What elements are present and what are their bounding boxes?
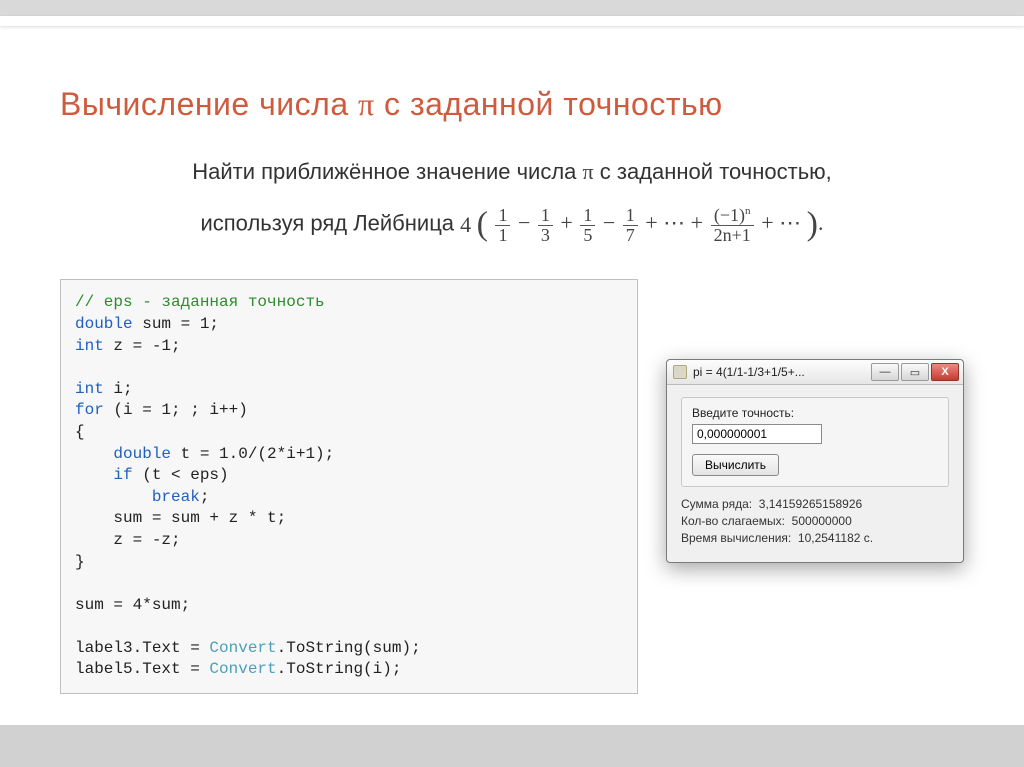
close-paren: ) xyxy=(807,206,818,243)
page-title: Вычисление числа π с заданной точностью xyxy=(60,86,964,123)
open-paren: ( xyxy=(477,206,488,243)
desc-line-2: используя ряд Лейбница 4 ( 11 − 13 + 15 … xyxy=(60,193,964,258)
window-buttons: — ▭ Х xyxy=(871,363,959,381)
result-time: Время вычисления: 10,2541182 с. xyxy=(681,531,949,545)
input-group: Введите точность: Вычислить xyxy=(681,397,949,487)
window-titlebar[interactable]: pi = 4(1/1-1/3+1/5+... — ▭ Х xyxy=(667,360,963,385)
slide-content: Вычисление числа π с заданной точностью … xyxy=(0,26,1024,724)
compute-button[interactable]: Вычислить xyxy=(692,454,779,476)
close-button[interactable]: Х xyxy=(931,363,959,381)
result-count: Кол-во слагаемых: 500000000 xyxy=(681,514,949,528)
slide-top-strip xyxy=(0,16,1024,26)
window-title: pi = 4(1/1-1/3+1/5+... xyxy=(693,365,871,379)
results-block: Сумма ряда: 3,14159265158926 Кол-во слаг… xyxy=(681,497,949,545)
description: Найти приближённое значение числа π с за… xyxy=(60,151,964,257)
maximize-button[interactable]: ▭ xyxy=(901,363,929,381)
app-window: pi = 4(1/1-1/3+1/5+... — ▭ Х Введите точ… xyxy=(666,359,964,563)
slide-top-band xyxy=(0,0,1024,16)
leibniz-formula: 4 ( 11 − 13 + 15 − 17 + ⋯ + (−1)n2n+1 + … xyxy=(460,210,823,235)
code-block: // eps - заданная точность double sum = … xyxy=(60,279,638,694)
window-body: Введите точность: Вычислить Сумма ряда: … xyxy=(667,385,963,562)
precision-input[interactable] xyxy=(692,424,822,444)
desc-line-1: Найти приближённое значение числа π с за… xyxy=(60,151,964,193)
slide-bottom-band xyxy=(0,725,1024,767)
precision-label: Введите точность: xyxy=(692,406,938,420)
title-suffix: с заданной точностью xyxy=(375,86,723,122)
result-sum: Сумма ряда: 3,14159265158926 xyxy=(681,497,949,511)
app-icon xyxy=(673,365,687,379)
pi-symbol: π xyxy=(358,86,375,122)
minimize-button[interactable]: — xyxy=(871,363,899,381)
title-prefix: Вычисление числа xyxy=(60,86,358,122)
